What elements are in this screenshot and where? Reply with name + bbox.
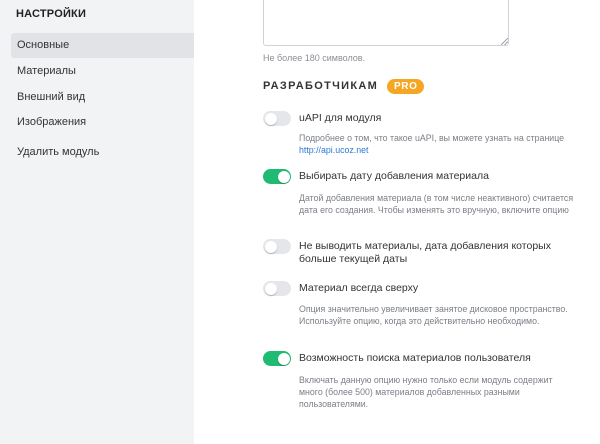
option-label-user-materials-search: Возможность поиска материалов пользовате… — [299, 352, 531, 364]
toggle-user-materials-search[interactable] — [263, 351, 291, 366]
sidebar-item-materials[interactable]: Материалы — [11, 59, 194, 84]
toggle-hide-future-materials[interactable] — [263, 239, 291, 254]
option-label-uapi: uAPI для модуля — [299, 112, 382, 124]
option-desc-uapi: Подробнее о том, что такое uAPI, вы може… — [299, 132, 574, 156]
option-label-choose-date: Выбирать дату добавления материала — [299, 170, 489, 182]
textarea-char-limit-hint: Не более 180 символов. — [263, 53, 366, 63]
option-desc-uapi-text: Подробнее о том, что такое uAPI, вы може… — [299, 133, 565, 143]
section-title-developers: РАЗРАБОТЧИКАМ — [263, 80, 379, 92]
toggle-uapi[interactable] — [263, 111, 291, 126]
toggle-knob — [277, 170, 290, 183]
settings-sidebar: НАСТРОЙКИ Основные Материалы Внешний вид… — [0, 0, 194, 444]
toggle-knob — [264, 112, 277, 125]
option-desc-user-materials-search: Включать данную опцию нужно только если … — [299, 375, 553, 409]
option-desc-always-on-top: Опция значительно увеличивает занятое ди… — [299, 304, 568, 326]
toggle-knob — [277, 352, 290, 365]
uapi-docs-link[interactable]: http://api.ucoz.net — [299, 145, 368, 155]
toggle-choose-date[interactable] — [263, 169, 291, 184]
resize-grip-icon[interactable] — [501, 38, 508, 45]
sidebar-item-basic[interactable]: Основные — [11, 33, 194, 58]
description-textarea[interactable] — [263, 0, 509, 46]
toggle-knob — [264, 282, 277, 295]
sidebar-item-delete-module[interactable]: Удалить модуль — [11, 140, 194, 165]
option-label-hide-future-materials: Не выводить материалы, дата добавления к… — [299, 240, 551, 265]
settings-main-panel: Не более 180 символов. РАЗРАБОТЧИКАМ PRO… — [194, 0, 600, 444]
pro-badge: PRO — [387, 79, 425, 94]
option-label-always-on-top: Материал всегда сверху — [299, 282, 419, 294]
toggle-knob — [264, 240, 277, 253]
sidebar-title: НАСТРОЙКИ — [16, 8, 87, 20]
sidebar-item-appearance[interactable]: Внешний вид — [11, 85, 194, 110]
option-desc-choose-date: Датой добавления материала (в том числе … — [299, 193, 574, 215]
sidebar-item-images[interactable]: Изображения — [11, 110, 194, 135]
toggle-always-on-top[interactable] — [263, 281, 291, 296]
